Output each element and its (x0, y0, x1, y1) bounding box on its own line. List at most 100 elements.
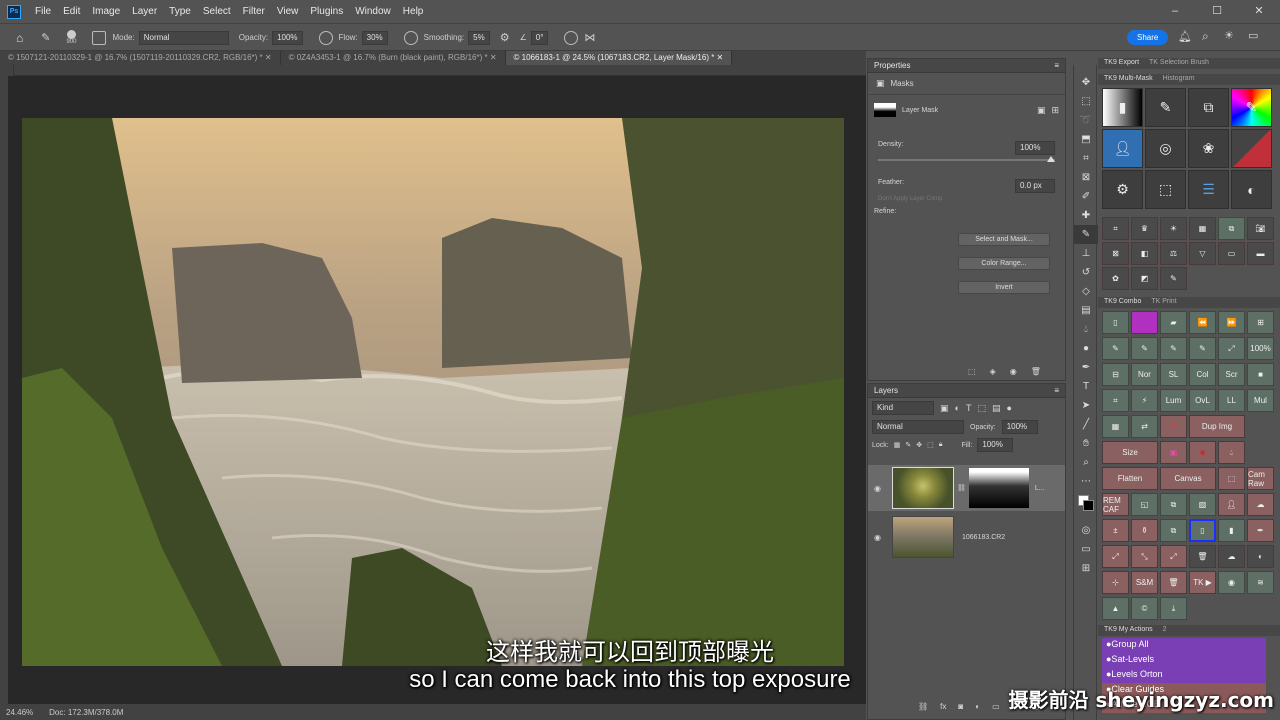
rewind-icon[interactable]: ⏪ (1189, 311, 1216, 334)
lasso-tool-icon[interactable]: ➰ (1074, 111, 1098, 130)
balance-icon[interactable]: ⚖ (1160, 242, 1187, 265)
panel-menu-icon[interactable]: ≡ (1054, 61, 1059, 70)
blend-mul-button[interactable]: Mul (1247, 389, 1274, 412)
apply-vector-mask-icon[interactable]: ⊞ (1051, 105, 1059, 116)
angle-field[interactable]: 0° (530, 30, 549, 45)
flatten-button[interactable]: Flatten (1102, 467, 1158, 490)
brush-preset-picker[interactable]: 900 (66, 30, 76, 45)
filter-kind-select[interactable]: Kind (872, 401, 934, 415)
notifications-bell-icon[interactable]: 🔔︎ (1178, 30, 1192, 43)
layer-style-fx-icon[interactable]: fx (940, 702, 946, 711)
feather-field[interactable]: 0.0 px (1015, 179, 1055, 193)
load-selection-icon[interactable]: ⬚ (968, 367, 976, 376)
swap-icon[interactable]: ⇄ (1131, 415, 1158, 438)
frame-tool-icon[interactable]: ⊠ (1074, 168, 1098, 187)
shape-tool-icon[interactable]: ╱ (1074, 415, 1098, 434)
brush-green-icon[interactable]: ✎ (1160, 337, 1187, 360)
selection-brush-icon[interactable]: ⬚ (1145, 170, 1186, 209)
feather-icon[interactable]: ✒ (1247, 519, 1274, 542)
crop-tool-icon[interactable]: ⌗ (1074, 149, 1098, 168)
copy-layer-icon[interactable]: ⧉ (1160, 519, 1187, 542)
layer-visibility-eye-icon[interactable]: ◉ (874, 533, 888, 542)
stamp-icon[interactable]: ⧉ (1160, 493, 1187, 516)
visibility-eye-icon[interactable]: ◉ (1010, 367, 1017, 376)
triangle-icon[interactable]: ▽ (1189, 242, 1216, 265)
flow-field[interactable]: 30% (361, 30, 388, 45)
flower-mask-icon[interactable]: ❀ (1188, 129, 1229, 168)
red-mask-icon[interactable] (1231, 129, 1272, 168)
size-button[interactable]: Size (1102, 441, 1158, 464)
lock-position-icon[interactable]: ✥ (916, 441, 922, 449)
screen-mode-icon[interactable]: ▭ (1074, 540, 1098, 559)
dodge-tool-icon[interactable]: ● (1074, 339, 1098, 358)
tab-tk9-combo[interactable]: TK9 Combo (1104, 298, 1141, 307)
density-field[interactable]: 100% (1015, 141, 1055, 155)
layer-opacity-field[interactable]: 100% (1001, 420, 1038, 434)
menu-edit[interactable]: Edit (57, 6, 86, 17)
path-select-tool-icon[interactable]: ➤ (1074, 396, 1098, 415)
cam-raw-button[interactable]: Cam Raw (1247, 467, 1274, 490)
pressure-size-icon[interactable] (564, 30, 579, 45)
channel-mixer-icon[interactable]: ✿ (1102, 267, 1129, 290)
extra-tool-icon[interactable]: ⊞ (1074, 559, 1098, 578)
plus-minus-icon[interactable]: ± (1102, 519, 1129, 542)
opacity-field[interactable]: 100% (272, 30, 303, 45)
airbrush-icon[interactable] (403, 30, 418, 45)
brush-white-icon[interactable]: ✎ (1131, 337, 1158, 360)
menu-type[interactable]: Type (163, 6, 197, 17)
tab-tk-print[interactable]: TK Print (1151, 298, 1176, 307)
tab-close-icon[interactable]: ✕ (265, 53, 272, 62)
drop-icon[interactable]: 💧︎ (1218, 441, 1245, 464)
minimize-button[interactable]: – (1154, 0, 1196, 22)
smoothing-settings-gear-icon[interactable]: ⚙ (500, 31, 510, 44)
portrait-icon[interactable]: 👤︎ (1218, 493, 1245, 516)
expand-icon[interactable]: ⤢ (1218, 337, 1245, 360)
stamp-tool-icon[interactable]: ⊥ (1074, 244, 1098, 263)
list-mask-icon[interactable]: ☰ (1188, 170, 1229, 209)
blend-normal-button[interactable]: Nor (1131, 363, 1158, 386)
sm-button[interactable]: S&M (1131, 571, 1158, 594)
smoothing-field[interactable]: 5% (468, 30, 490, 45)
tk-play-button[interactable]: TK ▶ (1189, 571, 1216, 594)
tab-tk9-multi-mask[interactable]: TK9 Multi-Mask (1104, 75, 1153, 84)
target-mask-icon[interactable]: ◎ (1145, 129, 1186, 168)
pink-square-icon[interactable]: ▣ (1160, 441, 1187, 464)
history-brush-tool-icon[interactable]: ↺ (1074, 263, 1098, 282)
slash-icon[interactable]: ▨ (1189, 493, 1216, 516)
symmetry-butterfly-icon[interactable]: ⋈ (584, 31, 595, 44)
lock-transparent-icon[interactable]: ▦ (894, 441, 901, 449)
tab-tk-selection-brush[interactable]: TK Selection Brush (1149, 59, 1209, 68)
new-adjustment-icon[interactable]: ◐ (975, 702, 980, 711)
eye-icon[interactable]: ◉ (1218, 571, 1245, 594)
lock-image-icon[interactable]: ✎ (905, 441, 911, 449)
download-icon[interactable]: ⤓ (1160, 597, 1187, 620)
red-square-icon[interactable]: ■ (1189, 441, 1216, 464)
tab-tk9-export[interactable]: TK9 Export (1104, 59, 1139, 68)
menu-filter[interactable]: Filter (237, 6, 271, 17)
zoom-level[interactable]: 24.46% (6, 708, 33, 717)
purple-swatch-icon[interactable] (1131, 311, 1158, 334)
background-color-swatch[interactable] (1083, 500, 1094, 511)
dup-img-button[interactable]: Dup Img (1189, 415, 1245, 438)
blend-ovl-button[interactable]: OvL (1189, 389, 1216, 412)
triangle-up-icon[interactable]: ▲ (1102, 597, 1129, 620)
arrows-out-icon[interactable]: ⤢ (1102, 545, 1129, 568)
action-item-levels-orton[interactable]: ●Levels Orton (1102, 668, 1266, 683)
color-swatches-icon[interactable] (1074, 491, 1098, 521)
filter-shape-icon[interactable]: ⬚ (977, 403, 986, 414)
eyedropper-tool-icon[interactable]: ✐ (1074, 187, 1098, 206)
black-square-icon[interactable]: ■ (1247, 363, 1274, 386)
new-doc-icon[interactable]: ▯ (1102, 311, 1129, 334)
brush-dim-icon[interactable]: ✎ (1189, 337, 1216, 360)
filter-smart-object-icon[interactable]: ▤ (992, 403, 1001, 414)
copyright-icon[interactable]: © (1131, 597, 1158, 620)
vignette-icon[interactable]: ⊠ (1102, 242, 1129, 265)
quick-mask-icon[interactable]: ◎ (1074, 521, 1098, 540)
new-group-icon[interactable]: ▭ (992, 702, 1000, 711)
invert-button[interactable]: Invert (958, 281, 1050, 294)
layer-name[interactable]: L... (1035, 485, 1045, 492)
blend-mode-select[interactable]: Normal (872, 420, 964, 434)
photo-filter-icon[interactable]: ▬ (1247, 242, 1274, 265)
arrow-corner-icon[interactable]: ⤢ (1160, 545, 1187, 568)
layer-down-icon[interactable]: ◱ (1131, 493, 1158, 516)
